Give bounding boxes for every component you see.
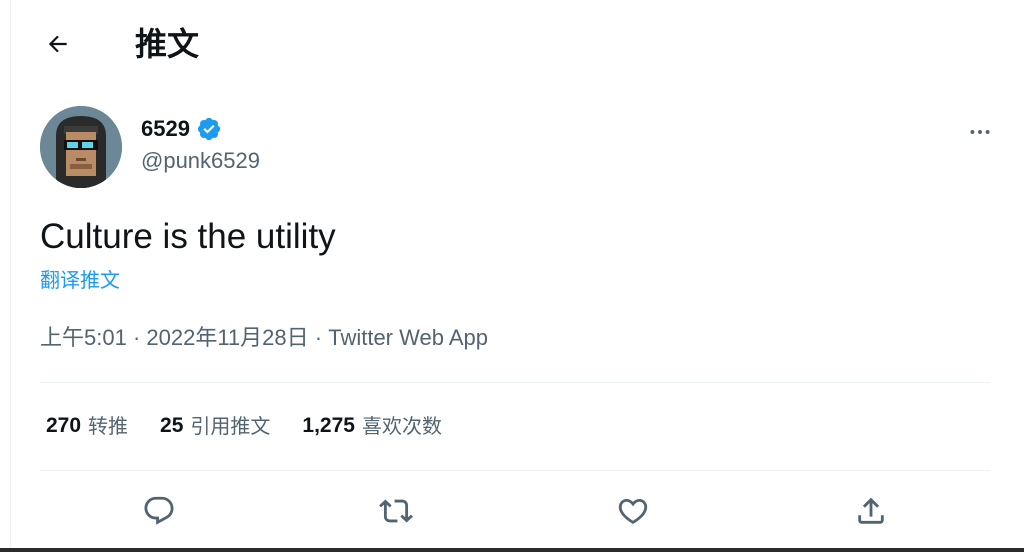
reply-icon [144, 496, 174, 525]
reply-button[interactable] [134, 486, 184, 536]
bottom-frame-border [0, 548, 1024, 552]
display-name-row: 6529 [141, 114, 260, 144]
avatar-image [40, 106, 122, 188]
quotes-stat[interactable]: 25 引用推文 [160, 410, 270, 442]
tweet-date[interactable]: 2022年11月28日 [146, 322, 308, 354]
tweet-actions [40, 486, 990, 536]
likes-stat[interactable]: 1,275 喜欢次数 [302, 410, 442, 442]
page-title: 推文 [135, 25, 200, 63]
author-names: 6529 @punk6529 [141, 114, 260, 176]
meta-separator: · [308, 325, 329, 350]
retweets-stat[interactable]: 270 转推 [46, 410, 128, 442]
more-button[interactable] [960, 114, 1000, 150]
retweets-count: 270 [46, 414, 82, 437]
share-icon [858, 497, 884, 524]
likes-label: 喜欢次数 [361, 414, 442, 438]
display-name[interactable]: 6529 [141, 114, 190, 144]
arrow-left-icon [48, 35, 67, 53]
verified-badge-icon [196, 116, 222, 142]
divider [40, 470, 990, 471]
quotes-count: 25 [160, 414, 184, 437]
tweet-time[interactable]: 上午5:01 [40, 322, 127, 354]
divider [40, 382, 990, 383]
tweet-stats: 270 转推 25 引用推文 1,275 喜欢次数 [46, 410, 474, 442]
author-handle[interactable]: @punk6529 [141, 146, 260, 176]
tweet-meta: 上午5:01 · 2022年11月28日 · Twitter Web App [40, 322, 488, 354]
back-button[interactable] [40, 26, 76, 62]
translate-tweet-link[interactable]: 翻译推文 [40, 266, 120, 294]
tweet-text: Culture is the utility [40, 217, 336, 256]
meta-separator: · [126, 325, 147, 350]
more-horizontal-icon [970, 130, 990, 134]
avatar[interactable] [40, 106, 122, 188]
tweet-author: 6529 @punk6529 [40, 106, 1000, 190]
page-header: 推文 [0, 0, 1024, 86]
tweet-source[interactable]: Twitter Web App [328, 322, 488, 354]
heart-icon [618, 498, 648, 524]
quotes-label: 引用推文 [190, 414, 271, 438]
like-button[interactable] [608, 486, 658, 536]
retweets-label: 转推 [88, 414, 129, 438]
share-button[interactable] [846, 486, 896, 536]
retweet-button[interactable] [371, 486, 421, 536]
likes-count: 1,275 [302, 414, 355, 437]
retweet-icon [379, 499, 413, 523]
